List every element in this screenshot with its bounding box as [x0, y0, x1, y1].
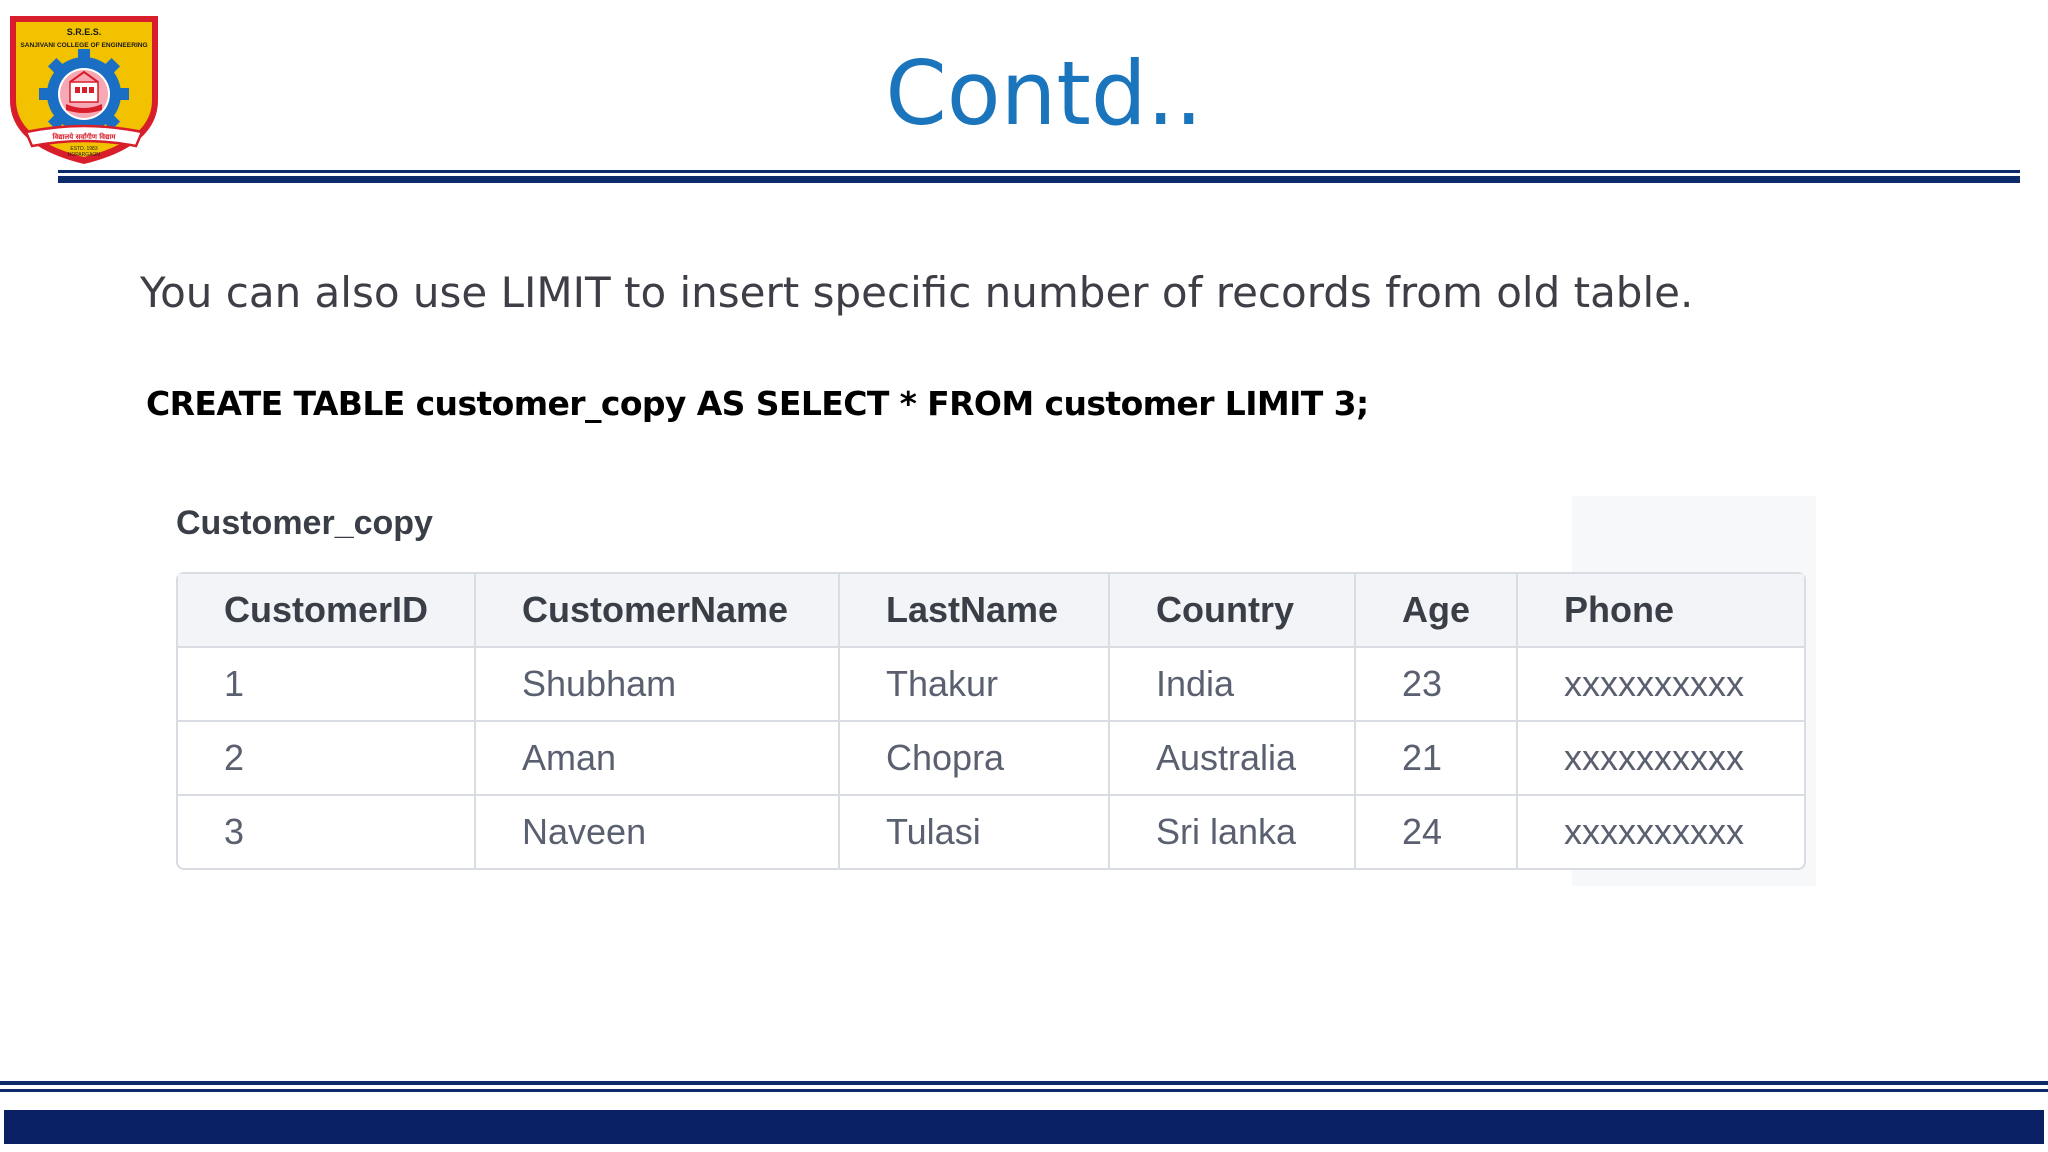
- table-row: 3 Naveen Tulasi Sri lanka 24 xxxxxxxxxx: [178, 796, 1804, 868]
- cell-age: 24: [1356, 796, 1518, 868]
- cell-phone: xxxxxxxxxx: [1518, 722, 1804, 796]
- cell-customername: Shubham: [476, 648, 840, 722]
- column-header-customerid: CustomerID: [178, 574, 476, 648]
- sql-statement: CREATE TABLE customer_copy AS SELECT * F…: [146, 384, 1369, 423]
- column-header-phone: Phone: [1518, 574, 1804, 648]
- column-header-lastname: LastName: [840, 574, 1110, 648]
- cell-lastname: Thakur: [840, 648, 1110, 722]
- cell-customerid: 1: [178, 648, 476, 722]
- cell-customername: Aman: [476, 722, 840, 796]
- cell-country: India: [1110, 648, 1356, 722]
- column-header-customername: CustomerName: [476, 574, 840, 648]
- table-image: Customer_copy CustomerID CustomerName La…: [160, 496, 1816, 886]
- footer-rule-bottom: [0, 1089, 2048, 1092]
- customer-copy-table: CustomerID CustomerName LastName Country…: [176, 572, 1806, 870]
- header-rule-thin: [58, 170, 2020, 173]
- cell-age: 23: [1356, 648, 1518, 722]
- slide-title: Contd..: [885, 42, 1203, 145]
- svg-text:S.R.E.S.: S.R.E.S.: [67, 27, 102, 37]
- table-row: 1 Shubham Thakur India 23 xxxxxxxxxx: [178, 648, 1804, 722]
- header-rule-thick: [58, 176, 2020, 183]
- cell-phone: xxxxxxxxxx: [1518, 648, 1804, 722]
- cell-country: Australia: [1110, 722, 1356, 796]
- cell-customerid: 3: [178, 796, 476, 868]
- cell-customerid: 2: [178, 722, 476, 796]
- cell-phone: xxxxxxxxxx: [1564, 811, 1744, 852]
- table-caption: Customer_copy: [176, 504, 433, 542]
- column-header-country: Country: [1110, 574, 1356, 648]
- cell-age: 21: [1356, 722, 1518, 796]
- cell-lastname: Tulasi: [840, 796, 1110, 868]
- body-text: You can also use LIMIT to insert specifi…: [140, 268, 1694, 317]
- footer-rule-top: [0, 1081, 2048, 1085]
- cell-lastname: Chopra: [840, 722, 1110, 796]
- svg-text:KOPARGAON: KOPARGAON: [68, 152, 100, 158]
- footer-bar: [4, 1110, 2044, 1144]
- column-header-age: Age: [1356, 574, 1518, 648]
- cell-customername: Naveen: [476, 796, 840, 868]
- table-row: 2 Aman Chopra Australia 21 xxxxxxxxxx: [178, 722, 1804, 796]
- cell-country: Sri lanka: [1110, 796, 1356, 868]
- table-header-row: CustomerID CustomerName LastName Country…: [178, 574, 1804, 648]
